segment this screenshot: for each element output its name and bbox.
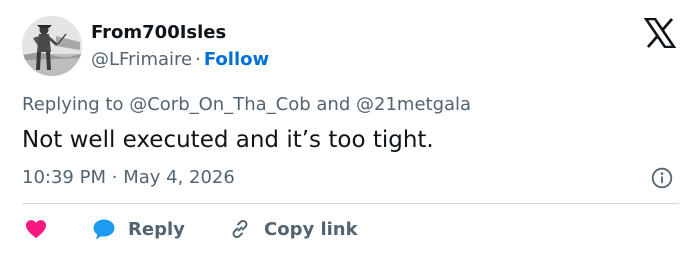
reply-mention-2[interactable]: @21metgala: [356, 94, 471, 115]
reply-button[interactable]: Reply: [82, 217, 218, 241]
divider: [22, 203, 679, 204]
author-handle[interactable]: @LFrimaire: [91, 49, 192, 70]
reply-joiner: and: [316, 94, 351, 115]
follow-button[interactable]: Follow: [204, 49, 269, 70]
speech-bubble-icon: [93, 219, 115, 240]
like-button[interactable]: [22, 219, 82, 239]
copy-link-button[interactable]: Copy link: [218, 217, 358, 241]
post-date: May 4, 2026: [123, 167, 235, 188]
reply-mention-1[interactable]: @Corb_On_Tha_Cob: [129, 94, 310, 115]
author-block: From700Isles @LFrimaire · Follow: [91, 21, 269, 72]
avatar-engraving-image: [22, 16, 82, 76]
reply-label: Reply: [128, 218, 185, 240]
post-timestamp[interactable]: 10:39 PM · May 4, 2026: [22, 166, 235, 190]
post-text: Not well executed and it’s too tight.: [22, 127, 434, 153]
info-icon[interactable]: [651, 167, 673, 189]
replying-to-label: Replying to: [22, 94, 124, 115]
replying-to-line: Replying to @Corb_On_Tha_Cob and @21metg…: [22, 93, 471, 117]
action-bar: Reply Copy link: [22, 216, 358, 242]
link-icon: [232, 219, 248, 239]
handle-separator: ·: [195, 49, 201, 70]
post-time: 10:39 PM: [22, 167, 106, 188]
heart-icon: [26, 220, 46, 239]
timestamp-separator: ·: [111, 167, 118, 188]
x-logo-icon[interactable]: [643, 17, 677, 49]
avatar[interactable]: [22, 16, 82, 76]
author-handle-row: @LFrimaire · Follow: [91, 48, 269, 72]
author-display-name[interactable]: From700Isles: [91, 21, 269, 45]
embedded-post-card: From700Isles @LFrimaire · Follow Replying …: [0, 0, 700, 256]
copy-link-label: Copy link: [264, 218, 358, 240]
